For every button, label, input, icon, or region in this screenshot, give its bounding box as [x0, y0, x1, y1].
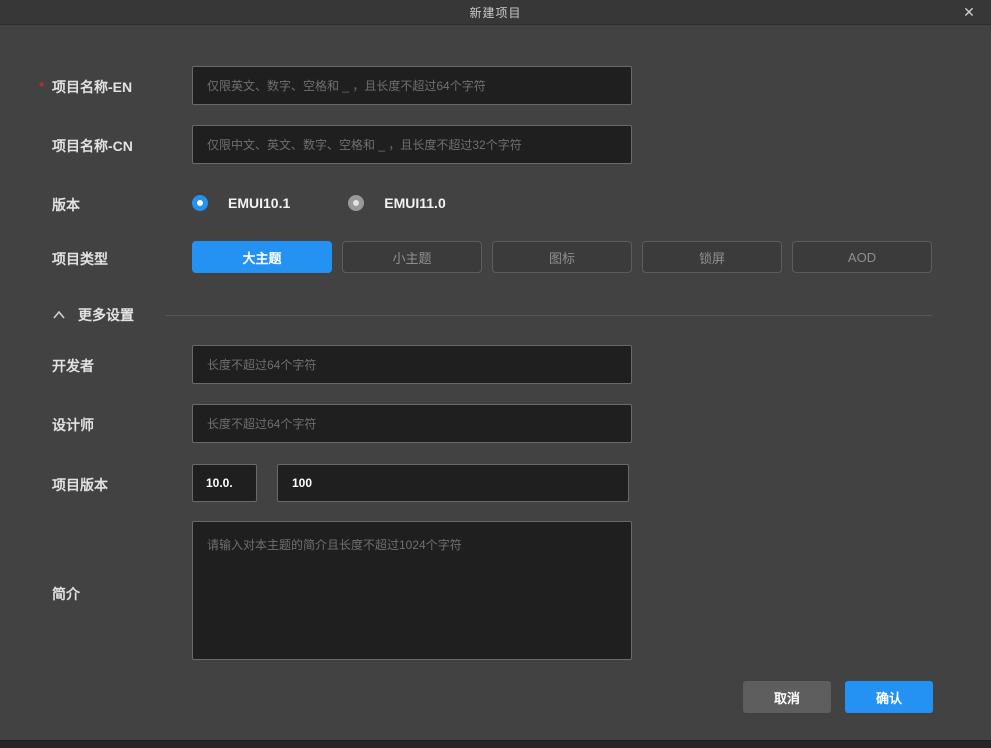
- required-marker: *: [39, 79, 44, 94]
- type-btn-big-theme[interactable]: 大主题: [192, 241, 332, 273]
- type-btn-icon[interactable]: 图标: [492, 241, 632, 273]
- name-en-input[interactable]: [192, 66, 632, 105]
- chevron-up-icon: [52, 310, 66, 320]
- new-project-dialog: 新建项目 ✕ *项目名称-EN 项目名称-CN 版本 EMUI10.1 EMUI…: [0, 0, 991, 748]
- radio-emui110[interactable]: EMUI11.0: [348, 195, 445, 211]
- radio-emui110-label: EMUI11.0: [384, 195, 445, 211]
- intro-label: 简介: [52, 584, 80, 604]
- more-settings-toggle[interactable]: 更多设置: [52, 305, 932, 325]
- developer-input[interactable]: [192, 345, 632, 384]
- designer-label: 设计师: [52, 415, 94, 435]
- version-label: 版本: [52, 195, 80, 215]
- name-en-label: *项目名称-EN: [52, 77, 132, 97]
- version-minor-input[interactable]: [277, 464, 629, 502]
- type-btn-small-theme[interactable]: 小主题: [342, 241, 482, 273]
- cancel-button[interactable]: 取消: [743, 681, 831, 713]
- radio-unselected-icon: [348, 195, 364, 211]
- confirm-button[interactable]: 确认: [845, 681, 933, 713]
- name-cn-input[interactable]: [192, 125, 632, 164]
- radio-emui101[interactable]: EMUI10.1: [192, 195, 290, 211]
- developer-label: 开发者: [52, 356, 94, 376]
- titlebar: 新建项目 ✕: [0, 0, 991, 25]
- intro-textarea[interactable]: [192, 521, 632, 660]
- bottom-edge: [0, 740, 991, 748]
- type-btn-aod[interactable]: AOD: [792, 241, 932, 273]
- radio-emui101-label: EMUI10.1: [228, 195, 290, 211]
- close-icon[interactable]: ✕: [955, 0, 983, 25]
- project-type-label: 项目类型: [52, 249, 108, 269]
- name-cn-label: 项目名称-CN: [52, 136, 133, 156]
- project-version-label: 项目版本: [52, 475, 108, 495]
- radio-selected-icon: [192, 195, 208, 211]
- designer-input[interactable]: [192, 404, 632, 443]
- more-settings-label: 更多设置: [78, 305, 134, 325]
- version-major-input[interactable]: [192, 464, 257, 502]
- dialog-title: 新建项目: [469, 4, 521, 21]
- type-btn-lockscreen[interactable]: 锁屏: [642, 241, 782, 273]
- section-divider: [166, 315, 932, 316]
